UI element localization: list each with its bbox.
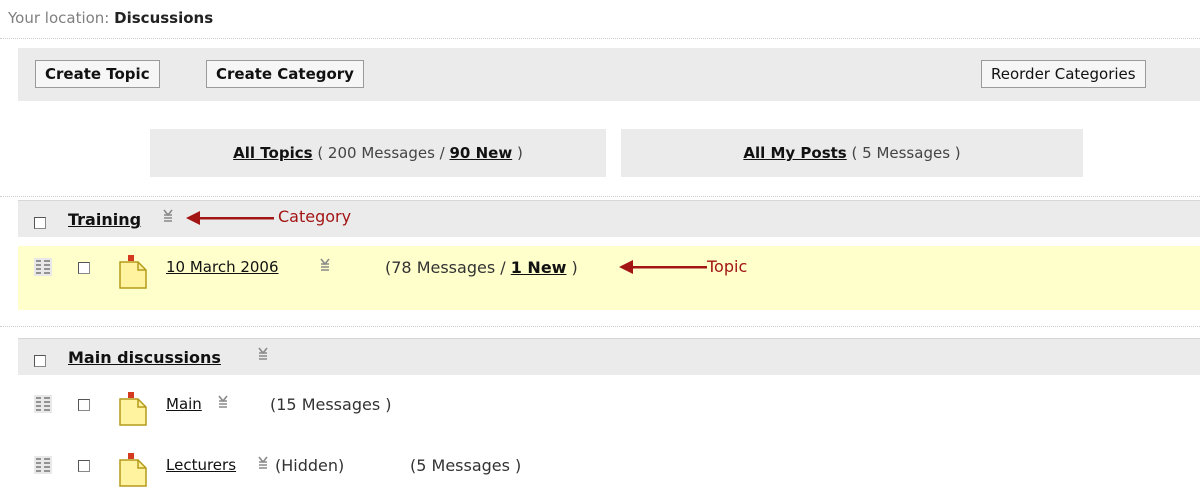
topic-message-count: (5 Messages ) [410,456,522,475]
breadcrumb-current: Discussions [114,9,214,27]
sort-icon[interactable] [258,347,270,361]
toolbar: Create Topic Create Category Reorder Cat… [18,48,1200,101]
topic-checkbox[interactable] [78,399,90,411]
create-category-button[interactable]: Create Category [206,60,364,88]
category-name-link[interactable]: Main discussions [68,348,221,367]
all-topics-link[interactable]: All Topics [233,144,312,162]
category-checkbox[interactable] [34,217,46,229]
divider [0,326,1200,327]
breadcrumb-prefix: Your location: [8,9,110,27]
move-handle-icon[interactable] [34,456,52,474]
move-handle-icon[interactable] [34,258,52,276]
create-topic-button[interactable]: Create Topic [35,60,160,88]
category-annotation: Category [278,207,352,226]
topic-message-count: (78 Messages / 1 New ) [385,258,578,277]
all-my-posts-link[interactable]: All My Posts [743,144,846,162]
sort-icon[interactable] [320,258,332,272]
divider [0,196,1200,197]
move-handle-icon[interactable] [34,395,52,413]
topic-arrow-icon [619,260,707,274]
topic-row [18,246,1200,310]
breadcrumb: Your location: Discussions [8,9,213,27]
category-arrow-icon [186,211,274,225]
category-checkbox[interactable] [34,355,46,367]
reorder-categories-button[interactable]: Reorder Categories [981,60,1146,88]
category-header: Main discussions [18,338,1200,375]
topic-checkbox[interactable] [78,262,90,274]
category-name-link[interactable]: Training [68,210,141,229]
all-topics-new-link[interactable]: 90 New [450,144,513,162]
sort-icon[interactable] [258,456,270,470]
sort-icon[interactable] [218,395,230,409]
topic-hidden-status: (Hidden) [275,456,345,475]
document-icon [119,453,147,487]
document-icon [119,255,147,289]
topic-name-link[interactable]: Lecturers [166,456,236,474]
all-topics-close: ) [516,144,523,162]
all-topics-count: ( 200 Messages / [317,144,445,162]
topic-checkbox[interactable] [78,460,90,472]
topic-new-link[interactable]: 1 New [511,258,567,277]
topic-message-count: (15 Messages ) [270,395,392,414]
sort-icon[interactable] [163,209,175,223]
topic-name-link[interactable]: Main [166,395,202,413]
all-topics-box: All Topics ( 200 Messages / 90 New ) [150,129,606,177]
all-my-posts-box: All My Posts ( 5 Messages ) [621,129,1083,177]
all-my-posts-count: ( 5 Messages ) [851,144,961,162]
divider [0,38,1200,39]
document-icon [119,392,147,426]
topic-annotation: Topic [707,257,748,276]
topic-name-link[interactable]: 10 March 2006 [166,258,279,276]
